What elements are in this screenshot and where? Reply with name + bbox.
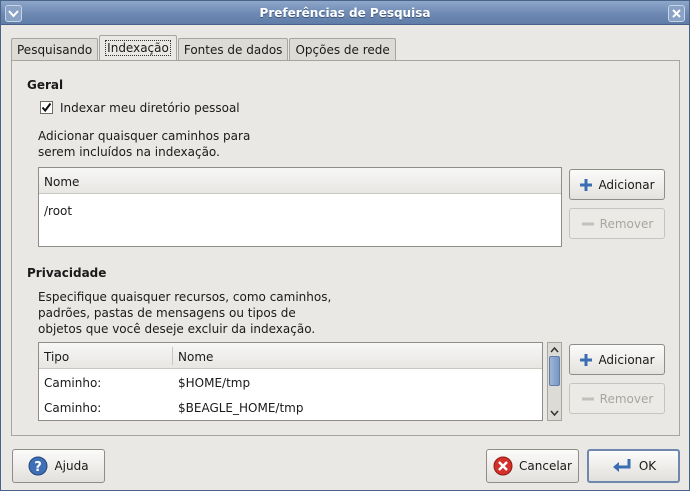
add-exclude-button[interactable]: Adicionar [569, 344, 665, 375]
tab-indexacao[interactable]: Indexação [99, 35, 177, 60]
exclude-row-1-tipo[interactable]: Caminho: [44, 376, 101, 390]
exclude-row-2-nome[interactable]: $BEAGLE_HOME/tmp [178, 401, 303, 415]
enter-arrow-icon [612, 459, 631, 472]
help-icon: ? [28, 456, 48, 476]
remove-exclude-button[interactable]: Remover [569, 383, 665, 414]
preferences-window: Preferências de Pesquisa Pesquisando Ind… [0, 0, 690, 491]
column-separator [172, 347, 173, 365]
scroll-thumb[interactable] [549, 356, 560, 386]
exclude-row-2-tipo[interactable]: Caminho: [44, 401, 101, 415]
checkmark-icon [41, 102, 52, 113]
privacidade-description-line3: objetos que você deseje excluir da index… [38, 322, 316, 336]
title-bar[interactable]: Preferências de Pesquisa [1, 1, 689, 25]
ok-label: OK [638, 459, 657, 473]
privacidade-heading: Privacidade [27, 266, 107, 280]
list-item[interactable]: /root [44, 204, 72, 218]
cancel-icon [493, 456, 513, 476]
remove-include-path-label: Remover [599, 216, 654, 231]
plus-icon [580, 353, 593, 366]
exclude-list[interactable]: Tipo Nome Caminho: $HOME/tmp Caminho: $B… [38, 342, 543, 421]
add-include-path-button[interactable]: Adicionar [569, 169, 665, 200]
add-include-path-label: Adicionar [598, 177, 655, 192]
exclude-list-scrollbar[interactable] [547, 342, 562, 421]
tab-opcoes-de-rede[interactable]: Opções de rede [289, 38, 396, 61]
include-paths-list[interactable]: Nome /root [38, 167, 562, 247]
exclude-list-header[interactable]: Tipo Nome [39, 343, 542, 369]
column-header-nome[interactable]: Nome [44, 175, 79, 189]
column-header-nome[interactable]: Nome [178, 350, 213, 364]
cancel-label: Cancelar [519, 459, 572, 473]
include-paths-header[interactable]: Nome [39, 168, 561, 194]
index-home-checkbox[interactable] [40, 101, 53, 114]
svg-text:?: ? [35, 460, 43, 475]
geral-heading: Geral [27, 78, 64, 92]
cancel-button[interactable]: Cancelar [486, 449, 579, 483]
ok-button[interactable]: OK [587, 449, 680, 483]
scroll-up-icon[interactable] [548, 344, 561, 356]
tab-fontes-de-dados[interactable]: Fontes de dados [177, 38, 289, 61]
tab-pesquisando[interactable]: Pesquisando [11, 38, 99, 61]
close-icon[interactable] [668, 5, 685, 22]
add-exclude-label: Adicionar [598, 352, 655, 367]
geral-description-line2: serem incluídos na indexação. [38, 145, 220, 159]
window-title: Preferências de Pesquisa [259, 6, 431, 20]
exclude-row-1-nome[interactable]: $HOME/tmp [178, 376, 250, 390]
index-home-label[interactable]: Indexar meu diretório pessoal [60, 101, 240, 116]
tab-bar: Pesquisando Indexação Fontes de dados Op… [11, 35, 397, 61]
privacidade-description-line2: padrões, pastas de mensagens ou tipos de [38, 306, 296, 320]
geral-description-line1: Adicionar quaisquer caminhos para [38, 129, 251, 143]
scroll-down-icon[interactable] [548, 407, 561, 419]
tab-panel-indexacao: Geral Indexar meu diretório pessoal Adic… [11, 60, 680, 436]
minus-icon [581, 397, 594, 400]
column-header-tipo[interactable]: Tipo [44, 350, 69, 364]
remove-exclude-label: Remover [599, 391, 654, 406]
plus-icon [580, 178, 593, 191]
help-button[interactable]: ? Ajuda [12, 449, 105, 483]
minus-icon [581, 222, 594, 225]
tab-indexacao-label: Indexação [105, 40, 171, 56]
remove-include-path-button[interactable]: Remover [569, 208, 665, 239]
help-label: Ajuda [54, 459, 89, 473]
privacidade-description-line1: Especifique quaisquer recursos, como cam… [38, 290, 332, 304]
